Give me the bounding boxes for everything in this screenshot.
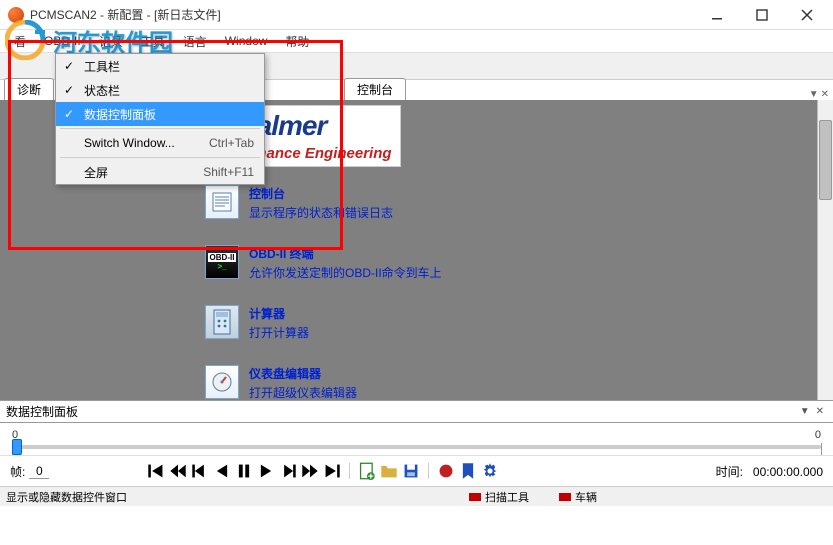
play-reverse-icon[interactable] bbox=[213, 462, 231, 480]
menu-separator bbox=[60, 128, 260, 129]
play-icon[interactable] bbox=[257, 462, 275, 480]
window-dropdown-menu: ✓ 工具栏 ✓ 状态栏 ✓ 数据控制面板 Switch Window... Ct… bbox=[55, 53, 265, 185]
minimize-button[interactable] bbox=[694, 1, 739, 29]
link-desc: 打开超级仪表编辑器 bbox=[249, 384, 357, 400]
menu-item-data-panel[interactable]: ✓ 数据控制面板 bbox=[56, 102, 264, 126]
pause-icon[interactable] bbox=[235, 462, 253, 480]
open-file-icon[interactable] bbox=[380, 462, 398, 480]
check-icon: ✓ bbox=[64, 59, 74, 73]
link-desc: 显示程序的状态和错误日志 bbox=[249, 204, 393, 221]
timeline-slider[interactable] bbox=[12, 445, 821, 449]
status-hint: 显示或隐藏数据控件窗口 bbox=[6, 489, 127, 505]
app-icon bbox=[8, 7, 24, 23]
new-file-icon[interactable] bbox=[358, 462, 376, 480]
menu-help[interactable]: 帮助 bbox=[277, 31, 317, 52]
record-icon[interactable] bbox=[437, 462, 455, 480]
link-title: 控制台 bbox=[249, 185, 393, 202]
frame-label: 帧: bbox=[10, 463, 25, 480]
link-console[interactable]: 控制台 显示程序的状态和错误日志 bbox=[205, 185, 442, 221]
skip-end-icon[interactable] bbox=[323, 462, 341, 480]
menu-window[interactable]: Window bbox=[217, 32, 276, 50]
link-desc: 打开计算器 bbox=[249, 324, 309, 341]
link-desc: 允许你发送定制的OBD-II命令到车上 bbox=[249, 264, 442, 281]
console-icon bbox=[205, 185, 239, 219]
tab-console[interactable]: 控制台 bbox=[344, 78, 406, 100]
link-obd-terminal[interactable]: OBD-II>_ OBD-II 终端 允许你发送定制的OBD-II命令到车上 bbox=[205, 245, 442, 281]
step-forward-icon[interactable] bbox=[279, 462, 297, 480]
vertical-scrollbar[interactable] bbox=[817, 100, 833, 400]
toolbar-button[interactable] bbox=[30, 55, 54, 77]
dashboard-icon bbox=[205, 365, 239, 399]
menu-separator bbox=[60, 157, 260, 158]
menu-record[interactable]: 记录 bbox=[91, 31, 131, 52]
status-vehicle: 车辆 bbox=[559, 489, 597, 505]
panel-close-icon[interactable]: ✕ bbox=[821, 89, 829, 100]
save-icon[interactable] bbox=[402, 462, 420, 480]
window-titlebar: PCMSCAN2 - 新配置 - [新日志文件] bbox=[0, 0, 833, 30]
slider-thumb[interactable] bbox=[12, 439, 22, 455]
calculator-icon bbox=[205, 305, 239, 339]
check-icon: ✓ bbox=[64, 107, 74, 121]
timeline: 0 0 bbox=[0, 423, 833, 455]
scrollbar-thumb[interactable] bbox=[819, 120, 832, 200]
playback-controls: 帧: 0 时间: 00:00:00.000 bbox=[0, 455, 833, 486]
statusbar: 显示或隐藏数据控件窗口 扫描工具 车辆 bbox=[0, 486, 833, 506]
panel-dropdown-icon[interactable]: ▼ bbox=[797, 406, 813, 417]
menu-item-statusbar[interactable]: ✓ 状态栏 bbox=[56, 78, 264, 102]
fast-forward-icon[interactable] bbox=[301, 462, 319, 480]
link-dashboard-editor[interactable]: 仪表盘编辑器 打开超级仪表编辑器 bbox=[205, 365, 442, 400]
toolbar-button[interactable] bbox=[4, 55, 28, 77]
obd-icon: OBD-II>_ bbox=[205, 245, 239, 279]
menu-item-toolbar[interactable]: ✓ 工具栏 bbox=[56, 54, 264, 78]
menu-item-fullscreen[interactable]: 全屏 Shift+F11 bbox=[56, 160, 264, 184]
step-back-icon[interactable] bbox=[191, 462, 209, 480]
menu-obdii[interactable]: OBD-II bbox=[36, 32, 89, 50]
settings-icon[interactable] bbox=[481, 462, 499, 480]
check-icon: ✓ bbox=[64, 83, 74, 97]
shortcut-label: Ctrl+Tab bbox=[209, 136, 254, 150]
menu-language[interactable]: 语言 bbox=[175, 31, 215, 52]
menu-item-switch-window[interactable]: Switch Window... Ctrl+Tab bbox=[56, 131, 264, 155]
panel-dropdown-icon[interactable]: ▼ bbox=[809, 89, 819, 100]
menu-tools[interactable]: 工具 bbox=[133, 31, 173, 52]
bookmark-icon[interactable] bbox=[459, 462, 477, 480]
link-title: 仪表盘编辑器 bbox=[249, 365, 357, 382]
tab-diagnostics[interactable]: 诊断 bbox=[4, 78, 54, 100]
link-title: OBD-II 终端 bbox=[249, 245, 442, 262]
panel-close-icon[interactable]: ✕ bbox=[813, 406, 827, 417]
timeline-end: 0 bbox=[815, 429, 821, 441]
link-calculator[interactable]: 计算器 打开计算器 bbox=[205, 305, 442, 341]
status-indicator-icon bbox=[559, 493, 571, 501]
link-title: 计算器 bbox=[249, 305, 309, 322]
quick-links: 控制台 显示程序的状态和错误日志 OBD-II>_ OBD-II 终端 允许你发… bbox=[205, 185, 442, 400]
maximize-button[interactable] bbox=[739, 1, 784, 29]
rewind-icon[interactable] bbox=[169, 462, 187, 480]
status-scan-tool: 扫描工具 bbox=[469, 489, 529, 505]
window-title: PCMSCAN2 - 新配置 - [新日志文件] bbox=[30, 6, 221, 23]
data-panel-title: 数据控制面板 bbox=[6, 403, 78, 420]
close-button[interactable] bbox=[784, 1, 829, 29]
shortcut-label: Shift+F11 bbox=[203, 165, 254, 179]
skip-start-icon[interactable] bbox=[147, 462, 165, 480]
time-value: 00:00:00.000 bbox=[753, 465, 823, 479]
frame-value: 0 bbox=[29, 464, 49, 479]
status-indicator-icon bbox=[469, 493, 481, 501]
menu-view[interactable]: 看 bbox=[6, 31, 34, 52]
data-panel-header: 数据控制面板 ▼ ✕ bbox=[0, 400, 833, 423]
menubar: 看 OBD-II 记录 工具 语言 Window 帮助 bbox=[0, 30, 833, 52]
time-label: 时间: bbox=[716, 465, 743, 479]
